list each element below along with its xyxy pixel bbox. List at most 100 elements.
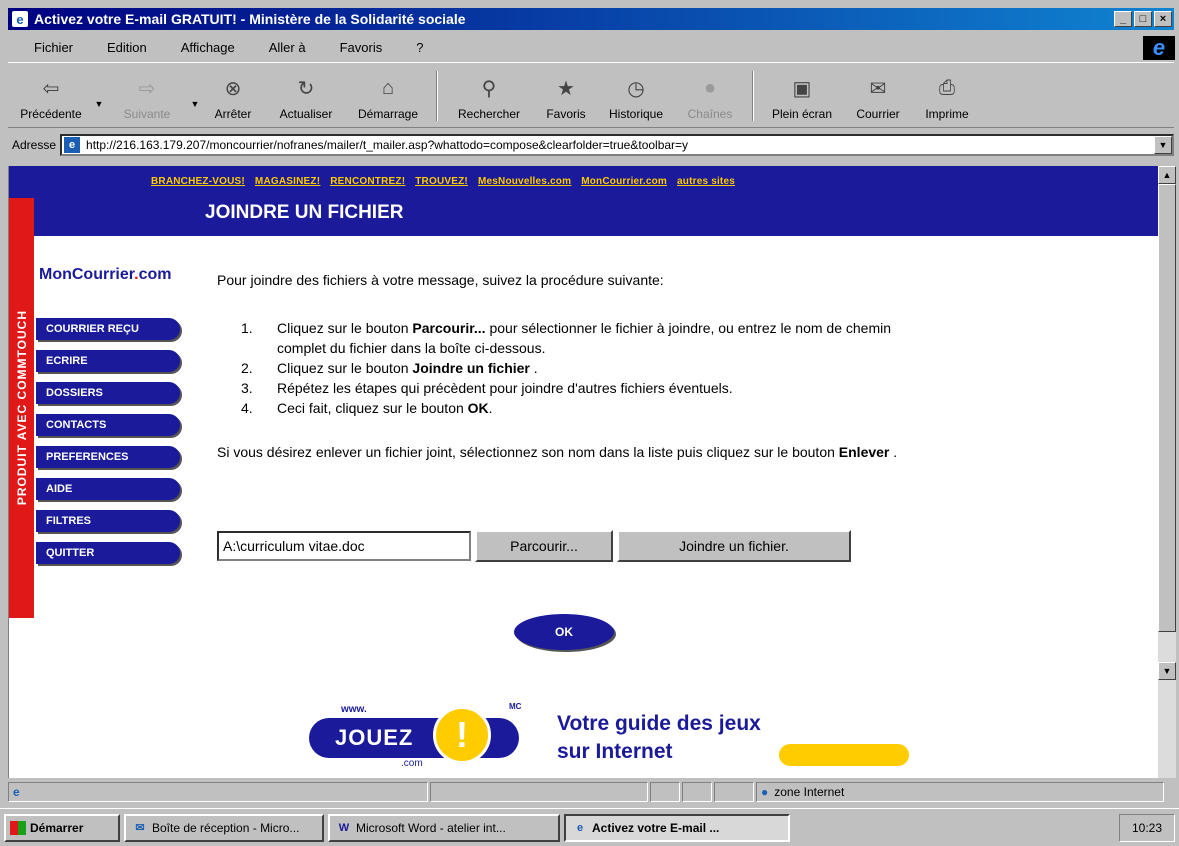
brand-logo[interactable]: MonCourrier.com <box>39 266 171 284</box>
back-label: Précédente <box>20 107 82 121</box>
ok-button[interactable]: OK <box>514 614 614 650</box>
nav-aide[interactable]: AIDE <box>36 478 180 500</box>
vertical-scrollbar[interactable]: ▲ ▼ <box>1158 166 1176 778</box>
menu-aller[interactable]: Aller à <box>245 40 316 55</box>
print-icon: ⎙ <box>939 76 955 99</box>
scroll-up-icon[interactable]: ▲ <box>1158 166 1176 184</box>
side-banner-text: PRODUIT AVEC COMMTOUCH <box>14 310 29 506</box>
search-button[interactable]: ⚲ Rechercher <box>444 67 534 127</box>
close-button[interactable]: × <box>1154 11 1172 27</box>
link-magasinez[interactable]: MAGASINEZ! <box>255 176 320 187</box>
attach-file-button[interactable]: Joindre un fichier. <box>617 530 851 562</box>
status-cell <box>650 782 680 802</box>
link-trouvez[interactable]: TROUVEZ! <box>415 176 468 187</box>
step-text: Cliquez sur le bouton Joindre un fichier… <box>277 360 538 376</box>
browse-button[interactable]: Parcourir... <box>475 530 613 562</box>
maximize-button[interactable]: □ <box>1134 11 1152 27</box>
home-button[interactable]: ⌂ Démarrage <box>346 67 430 127</box>
status-cell <box>682 782 712 802</box>
status-main: e <box>8 782 428 802</box>
nav-dossiers[interactable]: DOSSIERS <box>36 382 180 404</box>
fullscreen-button[interactable]: ▣ Plein écran <box>760 67 844 127</box>
status-zone: ● zone Internet <box>756 782 1164 802</box>
slogan-line1: Votre guide des jeux <box>557 712 761 735</box>
address-label: Adresse <box>12 138 57 152</box>
menu-favoris[interactable]: Favoris <box>316 40 393 55</box>
step-item: 4. Ceci fait, cliquez sur le bouton OK. <box>241 398 937 418</box>
back-button[interactable]: ⇦ Précédente <box>8 67 94 127</box>
scroll-down-icon[interactable]: ▼ <box>1158 662 1176 680</box>
mail-button[interactable]: ✉ Courrier <box>844 67 912 127</box>
print-button[interactable]: ⎙ Imprime <box>912 67 982 127</box>
stop-icon: ⊗ <box>224 77 242 100</box>
fullscreen-icon: ▣ <box>792 77 812 100</box>
address-bar: Adresse e http://216.163.179.207/moncour… <box>8 132 1174 158</box>
back-dropdown-icon[interactable]: ▼ <box>94 67 104 127</box>
link-autres-sites[interactable]: autres sites <box>677 176 735 187</box>
address-dropdown-icon[interactable]: ▼ <box>1154 136 1172 154</box>
channels-button[interactable]: ● Chaînes <box>674 67 746 127</box>
refresh-button[interactable]: ↻ Actualiser <box>266 67 346 127</box>
toolbar-separator <box>752 71 754 121</box>
mail-label: Courrier <box>856 107 900 121</box>
menu-fichier[interactable]: Fichier <box>8 40 83 55</box>
fullscreen-label: Plein écran <box>771 107 833 121</box>
stop-button[interactable]: ⊗ Arrêter <box>200 67 266 127</box>
nav-filtres[interactable]: FILTRES <box>36 510 180 532</box>
task-browser[interactable]: e Activez votre E-mail ... <box>564 813 790 842</box>
history-button[interactable]: ◷ Historique <box>598 67 674 127</box>
menu-edition[interactable]: Edition <box>83 40 157 55</box>
address-input[interactable]: e http://216.163.179.207/moncourrier/nof… <box>60 134 1174 156</box>
favorites-button[interactable]: ★ Favoris <box>534 67 598 127</box>
banner-com: .com <box>401 758 423 769</box>
refresh-label: Actualiser <box>279 107 333 121</box>
banner-slogan: Votre guide des jeux sur Internet <box>557 710 761 766</box>
nav-ecrire[interactable]: ECRIRE <box>36 350 180 372</box>
link-rencontrez[interactable]: RENCONTREZ! <box>330 176 405 187</box>
title-bar: e Activez votre E-mail GRATUIT! - Minist… <box>8 8 1174 30</box>
step-item: 3. Répétez les étapes qui précèdent pour… <box>241 378 937 398</box>
start-button[interactable]: Démarrer <box>4 813 120 842</box>
banner-pill <box>779 744 909 766</box>
task-label: Boîte de réception - Micro... <box>152 820 300 835</box>
file-path-input[interactable]: A:\curriculum vitae.doc <box>217 531 471 561</box>
minimize-button[interactable]: _ <box>1114 11 1132 27</box>
windows-flag-icon <box>10 820 26 835</box>
favorites-icon: ★ <box>557 77 575 100</box>
nav-preferences[interactable]: PREFERENCES <box>36 446 180 468</box>
home-icon: ⌂ <box>381 76 395 99</box>
link-mesnouvelles[interactable]: MesNouvelles.com <box>478 176 571 187</box>
menu-affichage[interactable]: Affichage <box>157 40 245 55</box>
slogan-line2: sur Internet <box>557 740 673 763</box>
page-icon: e <box>64 137 81 153</box>
toolbar: ⇦ Précédente ▼ ⇨ Suivante ▼ ⊗ Arrêter ↻ … <box>8 62 1174 128</box>
brand-name: MonCourrier <box>39 266 135 283</box>
step-item: 2. Cliquez sur le bouton Joindre un fich… <box>241 358 937 378</box>
step-text: Répétez les étapes qui précèdent pour jo… <box>277 380 733 396</box>
favorites-label: Favoris <box>546 107 586 121</box>
refresh-icon: ↻ <box>297 77 315 100</box>
globe-icon: ● <box>761 785 769 799</box>
history-icon: ◷ <box>627 77 645 100</box>
nav-quitter[interactable]: QUITTER <box>36 542 180 564</box>
status-bar: e ● zone Internet <box>8 782 1174 804</box>
forward-button[interactable]: ⇨ Suivante <box>104 67 190 127</box>
side-banner: PRODUIT AVEC COMMTOUCH <box>9 198 34 618</box>
task-inbox[interactable]: ✉ Boîte de réception - Micro... <box>124 813 324 842</box>
task-word[interactable]: W Microsoft Word - atelier int... <box>328 813 560 842</box>
inbox-icon: ✉ <box>135 822 145 834</box>
home-label: Démarrage <box>357 107 419 121</box>
top-links: BRANCHEZ-VOUS! MAGASINEZ! RENCONTREZ! TR… <box>151 176 735 187</box>
search-icon: ⚲ <box>481 77 497 100</box>
scroll-thumb[interactable] <box>1158 184 1176 632</box>
link-moncourrier[interactable]: MonCourrier.com <box>581 176 667 187</box>
link-branchez[interactable]: BRANCHEZ-VOUS! <box>151 176 245 187</box>
status-cell <box>714 782 754 802</box>
nav-courrier-recu[interactable]: COURRIER REÇU <box>36 318 180 340</box>
ad-banner[interactable]: www. JOUEZ ! MC .com Votre guide des jeu… <box>309 696 909 776</box>
forward-dropdown-icon[interactable]: ▼ <box>190 67 200 127</box>
clock[interactable]: 10:23 <box>1132 821 1162 835</box>
channels-label: Chaînes <box>687 107 733 121</box>
menu-help[interactable]: ? <box>392 40 433 55</box>
nav-contacts[interactable]: CONTACTS <box>36 414 180 436</box>
